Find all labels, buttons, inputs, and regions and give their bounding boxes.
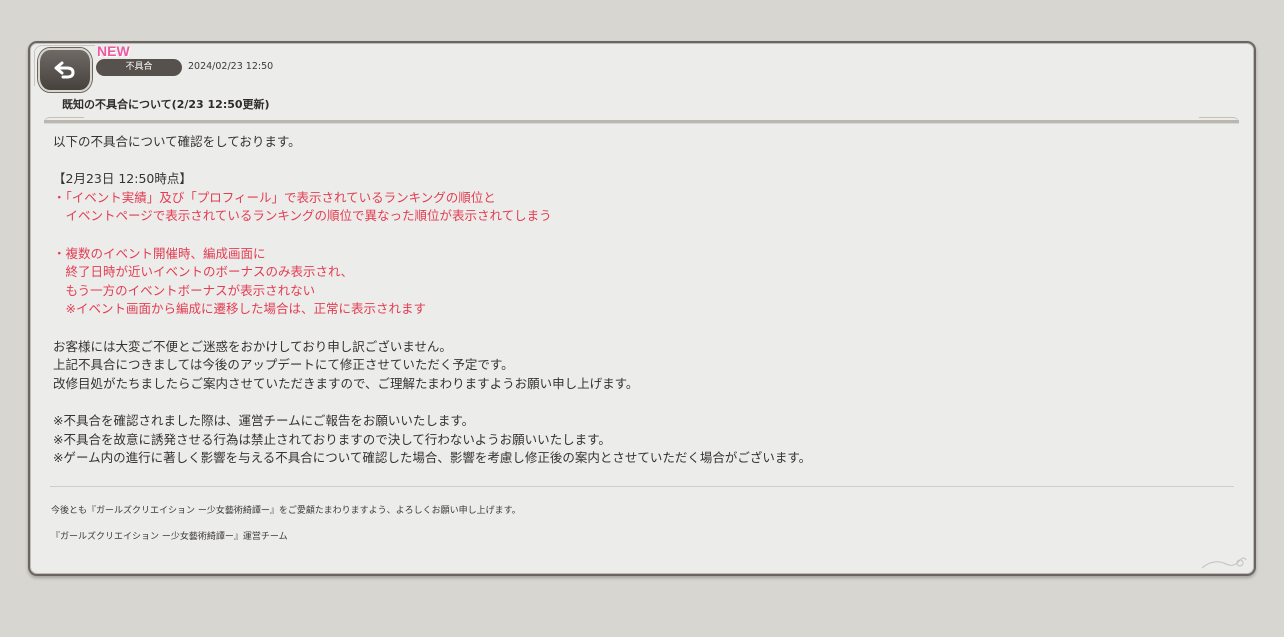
- signature-text: 『ガールズクリエイション ー少女藝術綺譚ー』運営チーム: [51, 532, 288, 542]
- back-button[interactable]: [38, 48, 92, 92]
- post-date: 2024/02/23 12:50: [188, 61, 274, 72]
- issue-text: もう一方のイベントボーナスが表示されない: [53, 282, 316, 298]
- back-arrow-icon: [54, 61, 75, 79]
- issue-text: 終了日時が近いイベントのボーナスのみ表示され、: [53, 264, 354, 280]
- issue-text: ・複数のイベント開催時、編成画面に: [53, 245, 266, 261]
- apology-text: 上記不具合につきましては今後のアップデートにて修正させていただく予定です。: [53, 357, 514, 373]
- note-text: ※不具合を故意に誘発させる行為は禁止されておりますので決して行わないようお願いい…: [53, 431, 611, 447]
- section-heading: 【2月23日 12:50時点】: [53, 171, 192, 187]
- issue-text: ・「イベント実績」及び「プロフィール」で表示されているランキングの順位と: [53, 189, 496, 205]
- notice-title: 既知の不具合について(2/23 12:50更新): [62, 98, 270, 111]
- apology-text: お客様には大変ご不便とご迷惑をおかけしており申し訳ございません。: [53, 338, 452, 354]
- title-divider: [44, 117, 1239, 124]
- category-badge: 不具合: [96, 59, 182, 76]
- closing-text: 今後とも『ガールズクリエイション ー少女藝術綺譚ー』をご愛顧たまわりますよう、よ…: [51, 506, 521, 516]
- issue-text: イベントページで表示されているランキングの順位で異なった順位が表示されてしまう: [53, 208, 552, 224]
- new-badge: NEW: [97, 43, 130, 59]
- apology-text: 改修目処がたちましたらご案内させていただきますので、ご理解たまわりますようお願い…: [53, 375, 639, 391]
- issue-text: ※イベント画面から編成に遷移した場合は、正常に表示されます: [53, 301, 426, 317]
- intro-text: 以下の不具合について確認をしております。: [53, 134, 301, 149]
- note-text: ※不具合を確認されました際は、運営チームにご報告をお願いいたします。: [53, 412, 475, 428]
- note-text: ※ゲーム内の進行に著しく影響を与える不具合について確認した場合、影響を考慮し修正…: [53, 450, 812, 466]
- footer-divider: [50, 486, 1234, 487]
- corner-ornament-icon: [1201, 557, 1247, 569]
- notice-body: 以下の不具合について確認をしております。 【2月23日 12:50時点】 ・「イ…: [53, 133, 1233, 468]
